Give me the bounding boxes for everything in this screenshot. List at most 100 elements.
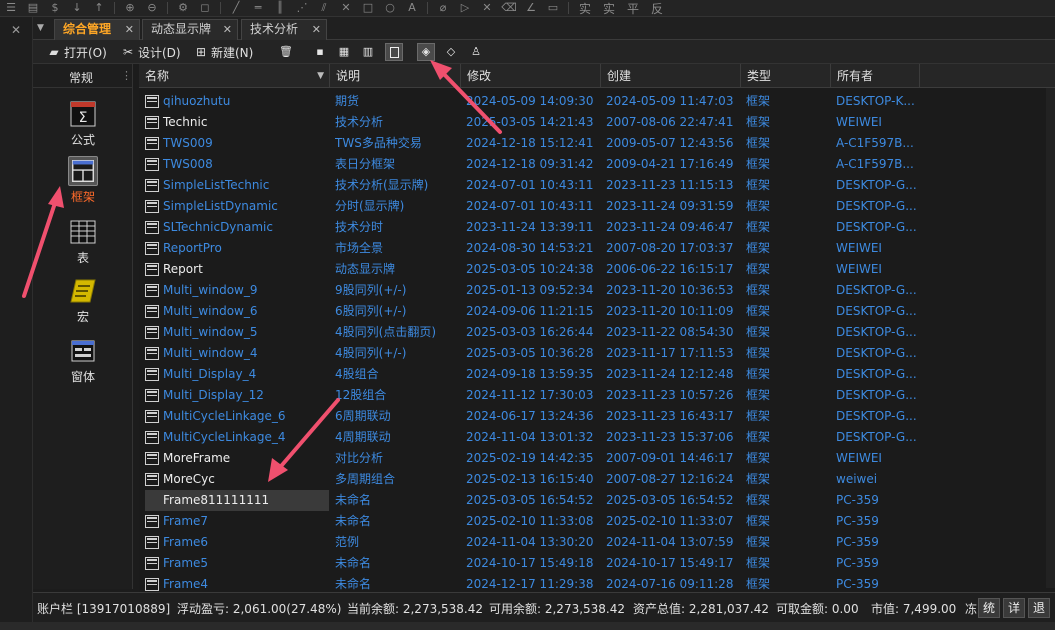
table-row[interactable]: Technic 技术分析 2025-03-05 14:21:43 2007-08-06… (139, 112, 1055, 133)
view-grid-button[interactable]: ▦ (335, 43, 353, 61)
trade-real-button-2[interactable]: 实 (603, 0, 615, 16)
vertical-scrollbar[interactable] (1046, 88, 1055, 588)
column-header-owner[interactable]: 所有者 (831, 64, 920, 88)
vline-tool-icon[interactable]: ║ (271, 1, 289, 15)
gear-icon[interactable]: ⚙ (174, 1, 192, 15)
delete-button[interactable]: 🗑 (277, 43, 295, 61)
table-row[interactable]: ReportPro 市场全景 2024-08-30 14:53:21 2007-08-… (139, 238, 1055, 259)
channel-tool-icon[interactable]: ⫽ (315, 1, 333, 15)
sidebar-item-frame[interactable]: 框架 (61, 156, 105, 205)
column-header-name[interactable]: 名称 ▼ (139, 64, 330, 88)
close-icon[interactable]: ✕ (125, 20, 134, 39)
close-icon[interactable]: ✕ (223, 20, 232, 39)
hline-tool-icon[interactable]: ═ (249, 1, 267, 15)
row-type: 框架 (746, 94, 771, 108)
trade-reverse-button[interactable]: 反 (651, 0, 663, 16)
table-row[interactable]: Frame5 未命名 2024-10-17 15:49:18 2024-10-17 1… (139, 553, 1055, 574)
page-icon[interactable]: ▭ (544, 1, 562, 15)
table-row[interactable]: SimpleListTechnic 技术分析(显示牌) 2024-07-01 10:… (139, 175, 1055, 196)
table-row[interactable]: Multi_window_6 6股同列(+/-) 2024-09-06 11:21:… (139, 301, 1055, 322)
rect-tool-icon[interactable]: □ (359, 1, 377, 15)
row-owner: PC-359 (836, 514, 879, 528)
fan-tool-icon[interactable]: ⋰ (293, 1, 311, 15)
column-header-description[interactable]: 说明 (330, 64, 461, 88)
column-header-modified[interactable]: 修改 (461, 64, 601, 88)
text-tool-icon[interactable]: A (403, 1, 421, 15)
layers-alt-button[interactable]: ◇ (442, 43, 460, 61)
table-row[interactable]: Multi_Display_12 12股组合 2024-11-12 17:30:03… (139, 385, 1055, 406)
table-row[interactable]: Frame6 范例 2024-11-04 13:30:20 2024-11-04 13… (139, 532, 1055, 553)
row-type: 框架 (746, 472, 771, 486)
more-icon[interactable]: ⋮ (121, 69, 132, 82)
table-row[interactable]: TWS009 TWS多品种交易 2024-12-18 15:12:41 2009-05… (139, 133, 1055, 154)
table-row[interactable]: TWS008 表日分框架 2024-12-18 09:31:42 2009-04-21… (139, 154, 1055, 175)
row-type: 框架 (746, 304, 771, 318)
trade-real-button[interactable]: 实 (579, 0, 591, 16)
zoom-in-icon[interactable]: ⊕ (121, 1, 139, 15)
close-icon[interactable]: ✕ (478, 1, 496, 15)
design-button[interactable]: ✂ 设计(D) (121, 43, 181, 61)
trade-close-button[interactable]: 平 (627, 0, 639, 16)
table-row[interactable]: SLTechnicDynamic 技术分时 2023-11-24 13:39:11 2… (139, 217, 1055, 238)
folder-icon: ▰ (49, 45, 59, 59)
close-icon[interactable]: ✕ (312, 20, 321, 39)
table-row[interactable]: Frame7 未命名 2025-02-10 11:33:08 2025-02-10 1… (139, 511, 1055, 532)
cross-tool-icon[interactable]: ✕ (337, 1, 355, 15)
table-row[interactable]: MultiCycleLinkage_4 4周期联动 2024-11-04 13:01… (139, 427, 1055, 448)
circle-tool-icon[interactable]: ○ (381, 1, 399, 15)
current-balance: 当前余额: 2,273,538.42 (347, 602, 484, 616)
erase-icon[interactable]: ⌫ (500, 1, 518, 15)
table-row[interactable]: Report 动态显示牌 2025-03-05 10:24:38 2006-06-22… (139, 259, 1055, 280)
sidebar-item-formula[interactable]: Σ 公式 (61, 99, 105, 148)
row-modified: 2025-02-19 14:42:35 (466, 451, 594, 465)
table-row[interactable]: Multi_window_5 4股同列(点击翻页) 2025-03-03 16:26… (139, 322, 1055, 343)
tab-technical-analysis[interactable]: 技术分析 ✕ (241, 19, 327, 40)
chevron-down-icon[interactable]: ▼ (37, 23, 44, 33)
table-icon (70, 220, 96, 244)
view-details-button[interactable] (385, 43, 403, 61)
table-row[interactable]: SimpleListDynamic 分时(显示牌) 2024-07-01 10:43… (139, 196, 1055, 217)
table-row[interactable]: MoreCyc 多周期组合 2025-02-13 16:15:40 2007-08-2… (139, 469, 1055, 490)
tab-dynamic-display[interactable]: 动态显示牌 ✕ (142, 19, 238, 40)
exit-button[interactable]: 退 (1028, 598, 1050, 618)
table-row[interactable]: Frame811111111 未命名 2025-03-05 16:54:52 2025… (139, 490, 1055, 511)
table-row[interactable]: MultiCycleLinkage_6 6周期联动 2024-06-17 13:24… (139, 406, 1055, 427)
mouse-icon[interactable]: ◻ (196, 1, 214, 15)
user-button[interactable]: ♙ (467, 43, 485, 61)
line-tool-icon[interactable]: ╱ (227, 1, 245, 15)
statistics-button[interactable]: 统 (978, 598, 1000, 618)
freeze-label[interactable]: 冻 (965, 600, 977, 617)
row-created: 2023-11-24 09:46:47 (606, 220, 734, 234)
table-row[interactable]: Frame4 未命名 2024-12-17 11:29:38 2024-07-16 0… (139, 574, 1055, 592)
sort-down-icon[interactable]: ↓ (68, 1, 86, 15)
open-button[interactable]: ▰ 打开(O) (47, 43, 106, 61)
sort-up-icon[interactable]: ↑ (90, 1, 108, 15)
document-icon[interactable]: ▤ (24, 1, 42, 15)
column-header-type[interactable]: 类型 (741, 64, 831, 88)
table-row[interactable]: qihuozhutu 期货 2024-05-09 14:09:30 2024-05-0… (139, 91, 1055, 112)
table-row[interactable]: MoreFrame 对比分析 2025-02-19 14:42:35 2007-09-… (139, 448, 1055, 469)
view-list-button[interactable]: ▥ (359, 43, 377, 61)
row-name: Frame6 (163, 535, 209, 549)
zoom-out-icon[interactable]: ⊖ (143, 1, 161, 15)
table-row[interactable]: Multi_Display_4 4股组合 2024-09-18 13:59:35 20… (139, 364, 1055, 385)
sidebar-item-form[interactable]: 窗体 (61, 336, 105, 385)
table-row[interactable]: Multi_window_4 4股同列(+/-) 2025-03-05 10:36:… (139, 343, 1055, 364)
clip-icon[interactable]: ⌀ (434, 1, 452, 15)
sidebar-item-table[interactable]: 表 (61, 217, 105, 266)
table-row[interactable]: Multi_window_9 9股同列(+/-) 2025-01-13 09:52:… (139, 280, 1055, 301)
tab-comprehensive-management[interactable]: 综合管理 ✕ (54, 19, 140, 40)
dollar-icon[interactable]: $ (46, 1, 64, 15)
row-name: Frame5 (163, 556, 209, 570)
column-header-created[interactable]: 创建 (601, 64, 741, 88)
angle-icon[interactable]: ∠ (522, 1, 540, 15)
list-icon[interactable]: ☰ (2, 1, 20, 15)
row-description: 分时(显示牌) (335, 199, 405, 213)
new-button[interactable]: ⊞ 新建(N) (194, 43, 253, 61)
layers-button[interactable]: ◈ (417, 43, 435, 61)
detail-button[interactable]: 详 (1003, 598, 1025, 618)
sidebar-item-macro[interactable]: 宏 (61, 276, 105, 325)
play-icon[interactable]: ▷ (456, 1, 474, 15)
view-small-icons-button[interactable]: ▪ (311, 43, 329, 61)
close-icon[interactable]: ✕ (11, 23, 21, 37)
